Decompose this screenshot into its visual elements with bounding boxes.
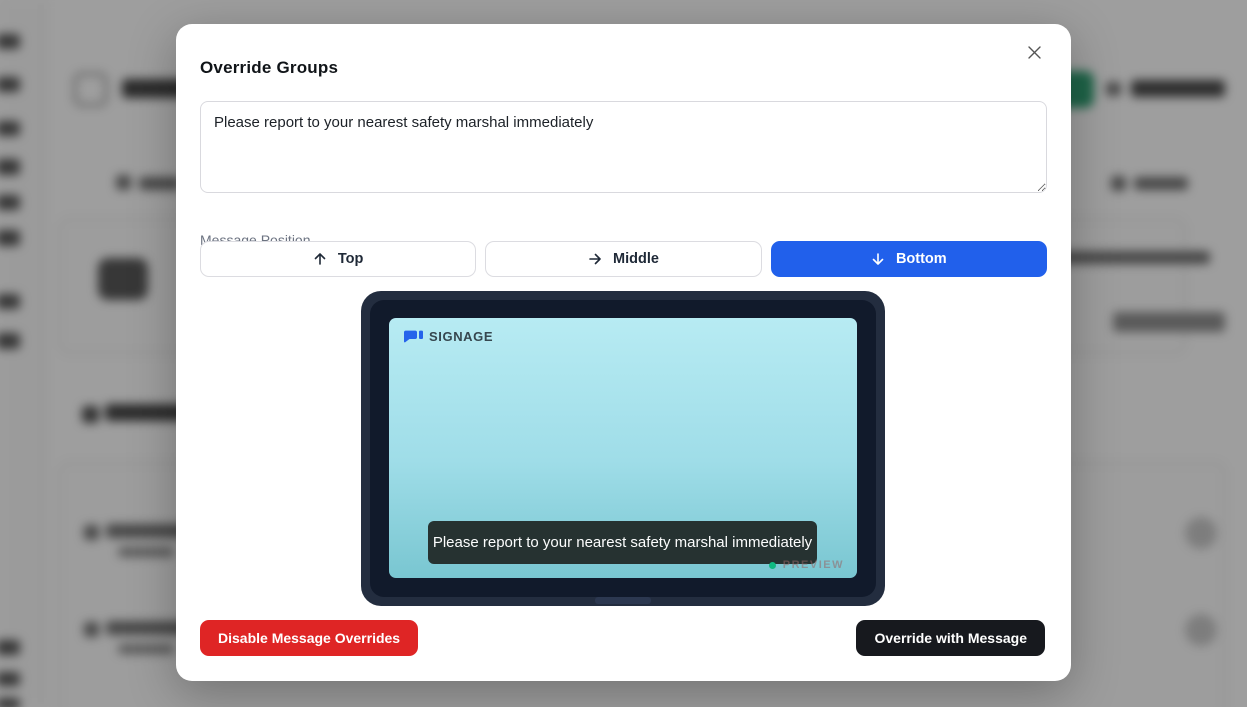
status-dot-icon bbox=[769, 562, 776, 569]
disable-message-overrides-button[interactable]: Disable Message Overrides bbox=[200, 620, 418, 656]
position-middle-button[interactable]: Middle bbox=[485, 241, 761, 277]
preview-status-label: PREVIEW bbox=[783, 559, 844, 571]
position-top-label: Top bbox=[338, 251, 364, 267]
tv-preview: SIGNAGE Please report to your nearest sa… bbox=[361, 291, 885, 606]
tv-stand-notch bbox=[595, 597, 651, 604]
position-bottom-label: Bottom bbox=[896, 251, 947, 267]
preview-message-text: Please report to your nearest safety mar… bbox=[433, 534, 812, 551]
override-with-message-button[interactable]: Override with Message bbox=[856, 620, 1045, 656]
preview-status: PREVIEW bbox=[769, 559, 844, 571]
application-window: Override Groups Please report to your ne… bbox=[0, 0, 1247, 707]
position-bottom-button[interactable]: Bottom bbox=[771, 241, 1047, 277]
override-groups-modal: Override Groups Please report to your ne… bbox=[176, 24, 1071, 681]
pisignage-logo-icon bbox=[403, 330, 426, 343]
arrow-down-icon bbox=[871, 252, 885, 266]
close-button[interactable] bbox=[1019, 37, 1049, 67]
signage-brand: SIGNAGE bbox=[403, 329, 493, 344]
preview-message-bar: Please report to your nearest safety mar… bbox=[428, 521, 817, 564]
position-middle-label: Middle bbox=[613, 251, 659, 267]
arrow-right-icon bbox=[588, 252, 602, 266]
position-top-button[interactable]: Top bbox=[200, 241, 476, 277]
modal-footer: Disable Message Overrides Override with … bbox=[200, 620, 1045, 656]
arrow-up-icon bbox=[313, 252, 327, 266]
modal-title: Override Groups bbox=[200, 58, 338, 78]
message-position-group: Top Middle Bottom bbox=[200, 241, 1047, 277]
close-icon bbox=[1027, 45, 1042, 60]
tv-screen: SIGNAGE Please report to your nearest sa… bbox=[389, 318, 857, 578]
signage-brand-label: SIGNAGE bbox=[429, 329, 493, 344]
override-message-input[interactable]: Please report to your nearest safety mar… bbox=[200, 101, 1047, 193]
